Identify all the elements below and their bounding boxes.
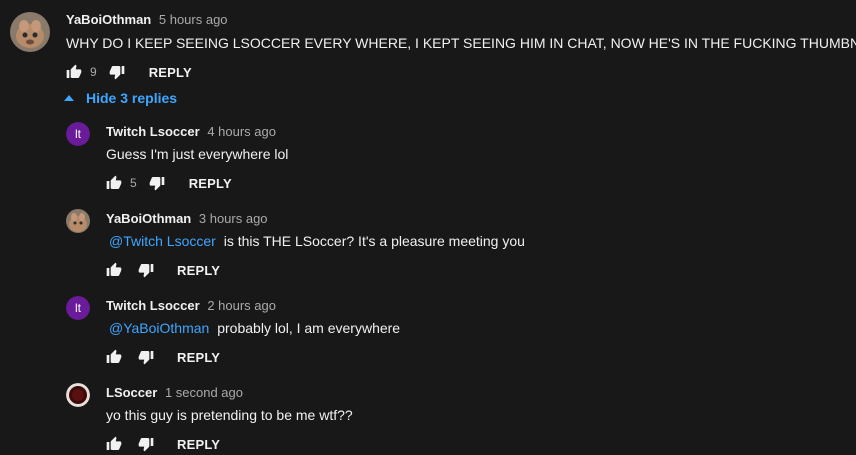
author-name[interactable]: YaBoiOthman: [66, 12, 151, 27]
avatar-initials: lt: [66, 122, 90, 146]
like-button[interactable]: [104, 434, 124, 454]
like-count: 5: [130, 176, 137, 190]
comment-header: Twitch Lsoccer 2 hours ago: [106, 298, 276, 313]
comment-text: @YaBoiOthman probably lol, I am everywhe…: [106, 320, 400, 336]
thumb-up-icon: [106, 349, 122, 363]
hide-replies-toggle[interactable]: Hide 3 replies: [62, 90, 177, 106]
comment-actions: 5 REPLY: [104, 173, 232, 193]
comment-header: YaBoiOthman 3 hours ago: [106, 211, 268, 226]
reply-button[interactable]: REPLY: [177, 263, 220, 278]
comment-text: WHY DO I KEEP SEEING LSOCCER EVERY WHERE…: [66, 35, 856, 51]
avatar[interactable]: [66, 383, 90, 407]
avatar-initials: lt: [66, 296, 90, 320]
thumb-down-icon: [149, 177, 165, 191]
thumb-up-icon: [66, 64, 82, 78]
thumb-down-icon: [138, 264, 154, 278]
comment-actions: REPLY: [104, 347, 220, 367]
like-button[interactable]: [104, 260, 124, 280]
comment-actions: 9 REPLY: [64, 62, 192, 82]
comment-text: @Twitch Lsoccer is this THE LSoccer? It'…: [106, 233, 525, 249]
thumb-up-icon: [106, 436, 122, 450]
timestamp[interactable]: 2 hours ago: [207, 298, 276, 313]
mention-link[interactable]: @YaBoiOthman: [109, 320, 209, 336]
reply-button[interactable]: REPLY: [177, 350, 220, 365]
comment-body: is this THE LSoccer? It's a pleasure mee…: [223, 233, 525, 249]
avatar[interactable]: [66, 209, 90, 233]
reply-button[interactable]: REPLY: [189, 176, 232, 191]
thumb-down-icon: [138, 438, 154, 452]
dislike-button[interactable]: [136, 434, 156, 454]
dislike-button[interactable]: [107, 62, 127, 82]
reply-button[interactable]: REPLY: [177, 437, 220, 452]
thumb-up-icon: [106, 175, 122, 189]
dislike-button[interactable]: [136, 347, 156, 367]
comment-text: Guess I'm just everywhere lol: [106, 146, 289, 162]
author-name[interactable]: Twitch Lsoccer: [106, 124, 200, 139]
comment-text: yo this guy is pretending to be me wtf??: [106, 407, 353, 423]
like-button[interactable]: [104, 347, 124, 367]
like-button[interactable]: [64, 62, 84, 82]
dislike-button[interactable]: [136, 260, 156, 280]
timestamp[interactable]: 4 hours ago: [207, 124, 276, 139]
timestamp[interactable]: 5 hours ago: [159, 12, 228, 27]
thumb-up-icon: [106, 262, 122, 276]
author-name[interactable]: LSoccer: [106, 385, 157, 400]
thumb-down-icon: [138, 351, 154, 365]
comment-body: probably lol, I am everywhere: [217, 320, 401, 336]
like-button[interactable]: [104, 173, 124, 193]
reply-button[interactable]: REPLY: [149, 65, 192, 80]
comment-actions: REPLY: [104, 260, 220, 280]
timestamp[interactable]: 3 hours ago: [199, 211, 268, 226]
comment-header: LSoccer 1 second ago: [106, 385, 243, 400]
caret-up-icon: [62, 91, 76, 105]
thumb-down-icon: [109, 66, 125, 80]
avatar[interactable]: [10, 12, 50, 52]
author-name[interactable]: YaBoiOthman: [106, 211, 191, 226]
comment-header: YaBoiOthman 5 hours ago: [66, 12, 228, 27]
timestamp[interactable]: 1 second ago: [165, 385, 243, 400]
hide-replies-label: Hide 3 replies: [86, 90, 178, 106]
avatar[interactable]: lt: [66, 122, 90, 146]
mention-link[interactable]: @Twitch Lsoccer: [109, 233, 216, 249]
like-count: 9: [90, 65, 97, 79]
comment-header: Twitch Lsoccer 4 hours ago: [106, 124, 276, 139]
dislike-button[interactable]: [147, 173, 167, 193]
comment-actions: REPLY: [104, 434, 220, 454]
avatar[interactable]: lt: [66, 296, 90, 320]
author-name[interactable]: Twitch Lsoccer: [106, 298, 200, 313]
